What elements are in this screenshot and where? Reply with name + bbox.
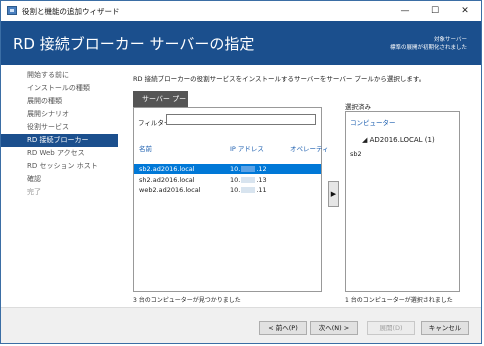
collapse-arrow-icon[interactable]: ◢ bbox=[362, 136, 367, 144]
ip-prefix: 10. bbox=[230, 165, 241, 173]
nav-step-rd-session-host[interactable]: RD セッション ホスト bbox=[1, 160, 118, 173]
server-name: web2.ad2016.local bbox=[139, 186, 201, 194]
wizard-header: RD 接続ブローカー サーバーの指定 対象サーバー 標準の展開が初期化されました bbox=[1, 21, 481, 65]
add-to-selected-button[interactable]: ▶ bbox=[328, 181, 339, 207]
server-name: sh2.ad2016.local bbox=[139, 176, 195, 184]
ip-prefix: 10. bbox=[230, 186, 241, 194]
window-title: 役割と機能の追加ウィザード bbox=[22, 7, 120, 16]
column-header-os[interactable]: オペレーティ bbox=[290, 143, 329, 153]
page-title: RD 接続ブローカー サーバーの指定 bbox=[13, 35, 255, 53]
selected-server-item[interactable]: sb2 bbox=[350, 150, 362, 158]
redacted-ip-block bbox=[241, 177, 256, 183]
server-grid-header: 名前 IP アドレス オペレーティ bbox=[134, 143, 329, 155]
title-bar: 役割と機能の追加ウィザード — ☐ ✕ bbox=[1, 1, 481, 21]
server-manager-icon bbox=[7, 6, 17, 15]
selected-label: 選択済み bbox=[345, 103, 371, 111]
redacted-ip-block bbox=[241, 166, 256, 172]
server-ip: 10. .13 bbox=[230, 176, 267, 184]
redacted-ip-block bbox=[241, 187, 256, 193]
nav-step-installation-type[interactable]: インストールの種類 bbox=[1, 82, 118, 95]
selected-count-status: 1 台のコンピューターが選択されました bbox=[345, 297, 453, 304]
tab-server-pool[interactable]: サーバー プール bbox=[133, 91, 188, 119]
nav-step-confirmation[interactable]: 確認 bbox=[1, 173, 118, 186]
wizard-window: 役割と機能の追加ウィザード — ☐ ✕ RD 接続ブローカー サーバーの指定 対… bbox=[0, 0, 482, 344]
selected-domain-label: AD2016.LOCAL (1) bbox=[369, 136, 435, 144]
ip-prefix: 10. bbox=[230, 176, 241, 184]
selected-column-header[interactable]: コンピューター bbox=[350, 117, 396, 127]
server-row[interactable]: sh2.ad2016.local 10. .13 bbox=[134, 175, 321, 185]
server-ip: 10. .11 bbox=[230, 186, 267, 194]
step-description: RD 接続ブローカーの役割サービスをインストールするサーバーをサーバー プールか… bbox=[133, 75, 426, 83]
destination-server-label: 対象サーバー bbox=[434, 37, 467, 43]
destination-server-value: 標準の展開が初期化されました bbox=[389, 45, 467, 51]
nav-step-before-you-begin[interactable]: 開始する前に bbox=[1, 69, 118, 82]
nav-step-rd-web-access[interactable]: RD Web アクセス bbox=[1, 147, 118, 160]
wizard-step-nav: 開始する前に インストールの種類 展開の種類 展開シナリオ 役割サービス RD … bbox=[1, 69, 118, 199]
server-ip: 10. .12 bbox=[230, 165, 267, 173]
cancel-button[interactable]: キャンセル bbox=[421, 321, 469, 335]
found-count-status: 3 台のコンピューターが見つかりました bbox=[133, 297, 241, 304]
nav-step-role-services[interactable]: 役割サービス bbox=[1, 121, 118, 134]
server-row[interactable]: sb2.ad2016.local 10. .12 bbox=[134, 164, 321, 174]
selected-servers-panel: コンピューター ◢ AD2016.LOCAL (1) sb2 bbox=[345, 111, 460, 292]
minimize-button[interactable]: — bbox=[391, 3, 419, 19]
install-button[interactable]: 展開(D) bbox=[367, 321, 415, 335]
previous-button[interactable]: < 前へ(P) bbox=[259, 321, 307, 335]
column-header-ip[interactable]: IP アドレス bbox=[230, 143, 264, 153]
ip-suffix: .11 bbox=[256, 186, 267, 194]
selected-domain-group[interactable]: ◢ AD2016.LOCAL (1) bbox=[362, 136, 435, 144]
wizard-footer: < 前へ(P) 次へ(N) > 展開(D) キャンセル bbox=[1, 307, 481, 343]
close-button[interactable]: ✕ bbox=[451, 3, 479, 19]
maximize-button[interactable]: ☐ bbox=[421, 3, 449, 19]
next-button[interactable]: 次へ(N) > bbox=[310, 321, 358, 335]
filter-input[interactable] bbox=[166, 114, 316, 125]
nav-step-rd-connection-broker[interactable]: RD 接続ブローカー bbox=[1, 134, 118, 147]
nav-step-deployment-scenario[interactable]: 展開シナリオ bbox=[1, 108, 118, 121]
wizard-content: 開始する前に インストールの種類 展開の種類 展開シナリオ 役割サービス RD … bbox=[1, 65, 481, 307]
server-pool-panel: フィルター: 名前 IP アドレス オペレーティ sb2.ad2016.loca… bbox=[133, 107, 329, 292]
column-header-name[interactable]: 名前 bbox=[139, 143, 152, 153]
server-row[interactable]: web2.ad2016.local 10. .11 bbox=[134, 185, 321, 195]
nav-step-completion: 完了 bbox=[27, 188, 41, 196]
nav-step-deployment-type[interactable]: 展開の種類 bbox=[1, 95, 118, 108]
ip-suffix: .12 bbox=[256, 165, 267, 173]
ip-suffix: .13 bbox=[256, 176, 267, 184]
server-name: sb2.ad2016.local bbox=[139, 165, 195, 173]
